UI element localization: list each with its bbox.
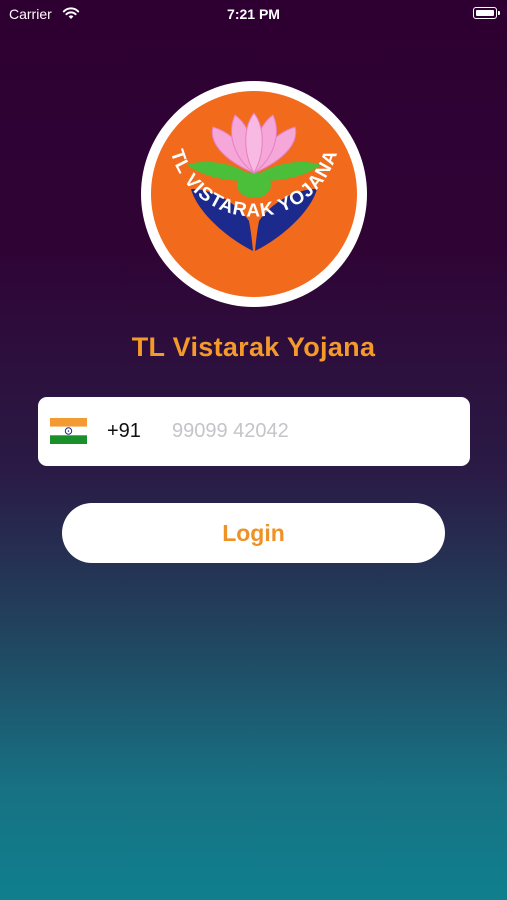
phone-number-field[interactable]: +91	[38, 397, 470, 466]
battery-icon	[473, 7, 500, 19]
status-time: 7:21 PM	[227, 6, 280, 22]
app-title: TL Vistarak Yojana	[131, 332, 376, 362]
india-flag-icon[interactable]	[50, 418, 87, 444]
app-logo: TL VISTARAK YOJANA	[141, 81, 367, 307]
status-bar: Carrier 7:21 PM	[0, 0, 507, 28]
login-button[interactable]: Login	[62, 503, 445, 563]
phone-number-input[interactable]	[172, 411, 458, 451]
country-dial-code[interactable]: +91	[107, 420, 141, 443]
